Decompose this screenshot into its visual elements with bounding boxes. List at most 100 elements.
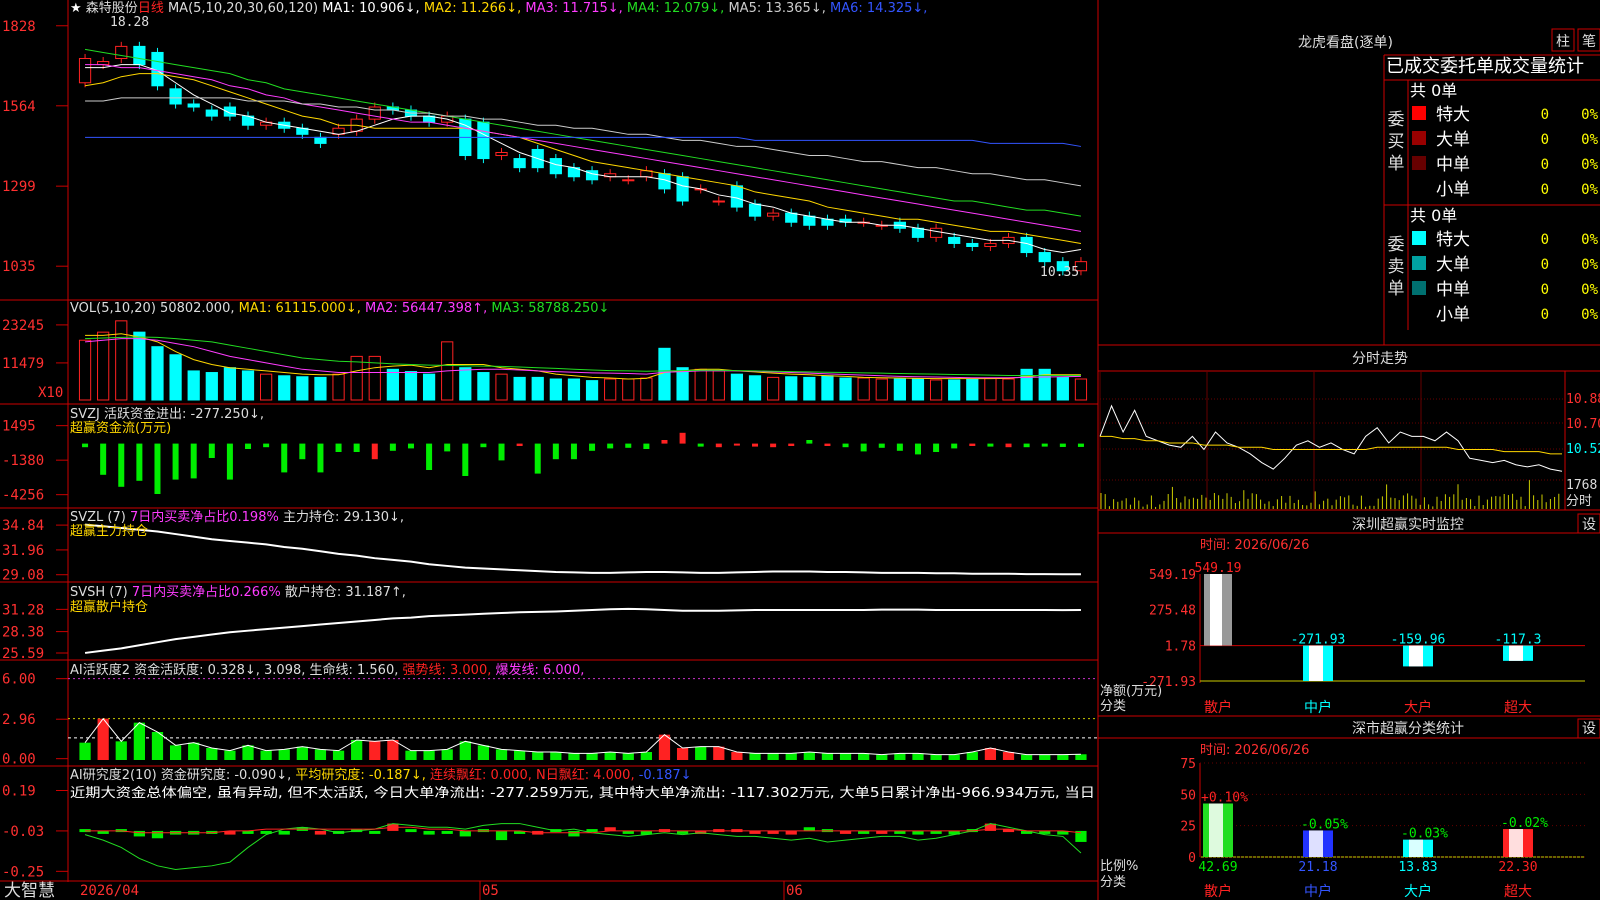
monitor-title: 深圳超赢实时监控 <box>1352 516 1464 533</box>
ai1-legend-part-2: 爆发线: 6.000, <box>496 662 585 678</box>
ai1-bar <box>713 746 725 760</box>
price-legend-part-0: ★ <box>70 1 86 16</box>
vol-bar <box>151 346 164 401</box>
svsh-tick-label: 25.59 <box>2 646 44 662</box>
svzj-bar <box>933 443 940 452</box>
vol-bar <box>314 376 327 401</box>
vol-bar <box>785 376 798 401</box>
stats-change-label: -0.02% <box>1501 816 1548 831</box>
buy-side-label: 委 <box>1388 110 1405 130</box>
candle-body <box>115 45 128 60</box>
svsh-line <box>84 607 1081 654</box>
ai2-bar <box>604 827 616 831</box>
vol-bar <box>78 339 92 401</box>
svzj-bar <box>226 443 233 480</box>
ai1-legend-part-0: AI活跃度2 资金活跃度: 0.328↓, 3.098, 生命线: 1.560, <box>70 662 403 678</box>
svzj-bar <box>1023 443 1030 448</box>
vol-bar <box>748 375 762 401</box>
candle-body <box>785 212 798 223</box>
vol-bar <box>241 370 255 401</box>
vol-bar <box>531 376 544 401</box>
ai1-bar <box>260 750 272 760</box>
ai1-bar <box>332 750 345 760</box>
svsh-legend-part-2: 散户持仓: 31.187↑, <box>285 584 406 600</box>
vol-bar <box>585 380 599 401</box>
ai1-bar <box>767 753 779 760</box>
monitor-tick-label: 549.19 <box>1149 568 1196 583</box>
svzj-bar <box>752 443 759 447</box>
stats-tick-label: 0 <box>1188 851 1196 866</box>
buy-swatch <box>1412 106 1426 120</box>
vol-bar <box>296 376 309 401</box>
ai1-bar <box>803 752 815 760</box>
vol-bar <box>984 377 997 401</box>
svzj-bar <box>806 440 813 444</box>
buy-row-count: 0 <box>1541 157 1549 173</box>
vol-legend-part-0: VOL(5,10,20) <box>70 301 160 316</box>
ma-line-ma3 <box>85 64 1082 232</box>
price-legend-part-8: MA5: 13.365↓, <box>728 1 830 16</box>
ai1-tick-label: 2.96 <box>2 712 36 728</box>
stats-xlabel: 分类 <box>1100 875 1126 890</box>
trading-chart[interactable]: 1828 1564 1299 1035 18.28 10.35 ★ 森特股份日线 MA(5,… <box>0 0 1600 900</box>
vol-bar <box>332 373 345 401</box>
sell-row-count: 0 <box>1541 307 1549 323</box>
svzl-sub-label: 超赢主力持仓 <box>70 523 148 539</box>
svzj-bar <box>263 443 270 448</box>
svzj-bar <box>697 443 704 447</box>
pen-mode-label: 笔 <box>1582 34 1596 50</box>
vol-bar <box>278 375 291 401</box>
stats-bar-highlight <box>1309 830 1323 857</box>
vol-bar <box>567 378 581 401</box>
vol-legend-part-4: MA3: 58788.250↓ <box>491 301 609 316</box>
price-legend-part-4: MA1: 10.906↓, <box>322 1 424 16</box>
vol-bar <box>205 372 218 401</box>
stats-ylabel: 比例% <box>1100 859 1138 874</box>
intraday-title: 分时走势 <box>1352 351 1408 367</box>
candle-body <box>767 212 780 217</box>
svsh-tick-label: 28.38 <box>2 625 44 641</box>
ai2-bar <box>423 830 435 835</box>
ai1-bar <box>314 749 327 760</box>
svzj-bar <box>987 443 994 447</box>
vol-bar <box>1038 368 1051 401</box>
stats-settings-label: 设 <box>1582 721 1596 737</box>
ai2-tick-label: -0.25 <box>2 864 44 880</box>
buy-side-label: 单 <box>1388 154 1405 174</box>
monitor-bar-label: -159.96 <box>1391 633 1446 648</box>
ai2-bar <box>459 830 471 837</box>
ai1-bar <box>369 741 381 760</box>
vol-bar <box>404 371 418 401</box>
vol-bar <box>767 376 780 401</box>
ai1-line <box>84 717 1081 756</box>
monitor-tick-label: 275.48 <box>1149 604 1196 619</box>
ai2-bar <box>314 830 327 835</box>
svsh-legend-part-1: 7日内买卖净占比0.266% <box>132 584 285 600</box>
ai2-legend-part-3: N日飘红: 4.000, <box>536 767 639 783</box>
sell-row-count: 0 <box>1541 257 1549 273</box>
ai1-bar <box>441 749 453 760</box>
ai1-bar <box>206 748 218 760</box>
ai1-bar <box>839 753 852 760</box>
buy-swatch <box>1412 156 1426 170</box>
candle-body <box>133 45 146 66</box>
candle-body <box>169 88 182 105</box>
stats-value-label: 42.69 <box>1198 860 1237 875</box>
vol-bar <box>115 320 128 401</box>
chart-texts: 1828 1564 1299 1035 18.28 10.35 ★ 森特股份日线 MA(5,… <box>2 1 1600 900</box>
ai1-bar <box>640 752 652 760</box>
lhb-title: 龙虎看盘(逐单) <box>1298 34 1393 51</box>
stat-header: 已成交委托单成交量统计 <box>1386 56 1584 77</box>
sell-side-label: 单 <box>1388 279 1405 299</box>
ai2-bar <box>803 827 815 831</box>
monitor-category: 大户 <box>1404 699 1432 716</box>
svzj-bar <box>625 443 632 448</box>
ai1-bar <box>169 745 182 760</box>
svzj-legend: SVZJ 活跃资金进出: -277.250↓, <box>70 406 264 422</box>
svzj-bar <box>1041 443 1048 447</box>
svzj-bar <box>335 443 342 452</box>
svzj-bar <box>570 443 577 460</box>
price-tick-label: 1828 <box>2 19 36 35</box>
ai1-bar <box>821 753 834 760</box>
vol-bar <box>97 331 110 401</box>
